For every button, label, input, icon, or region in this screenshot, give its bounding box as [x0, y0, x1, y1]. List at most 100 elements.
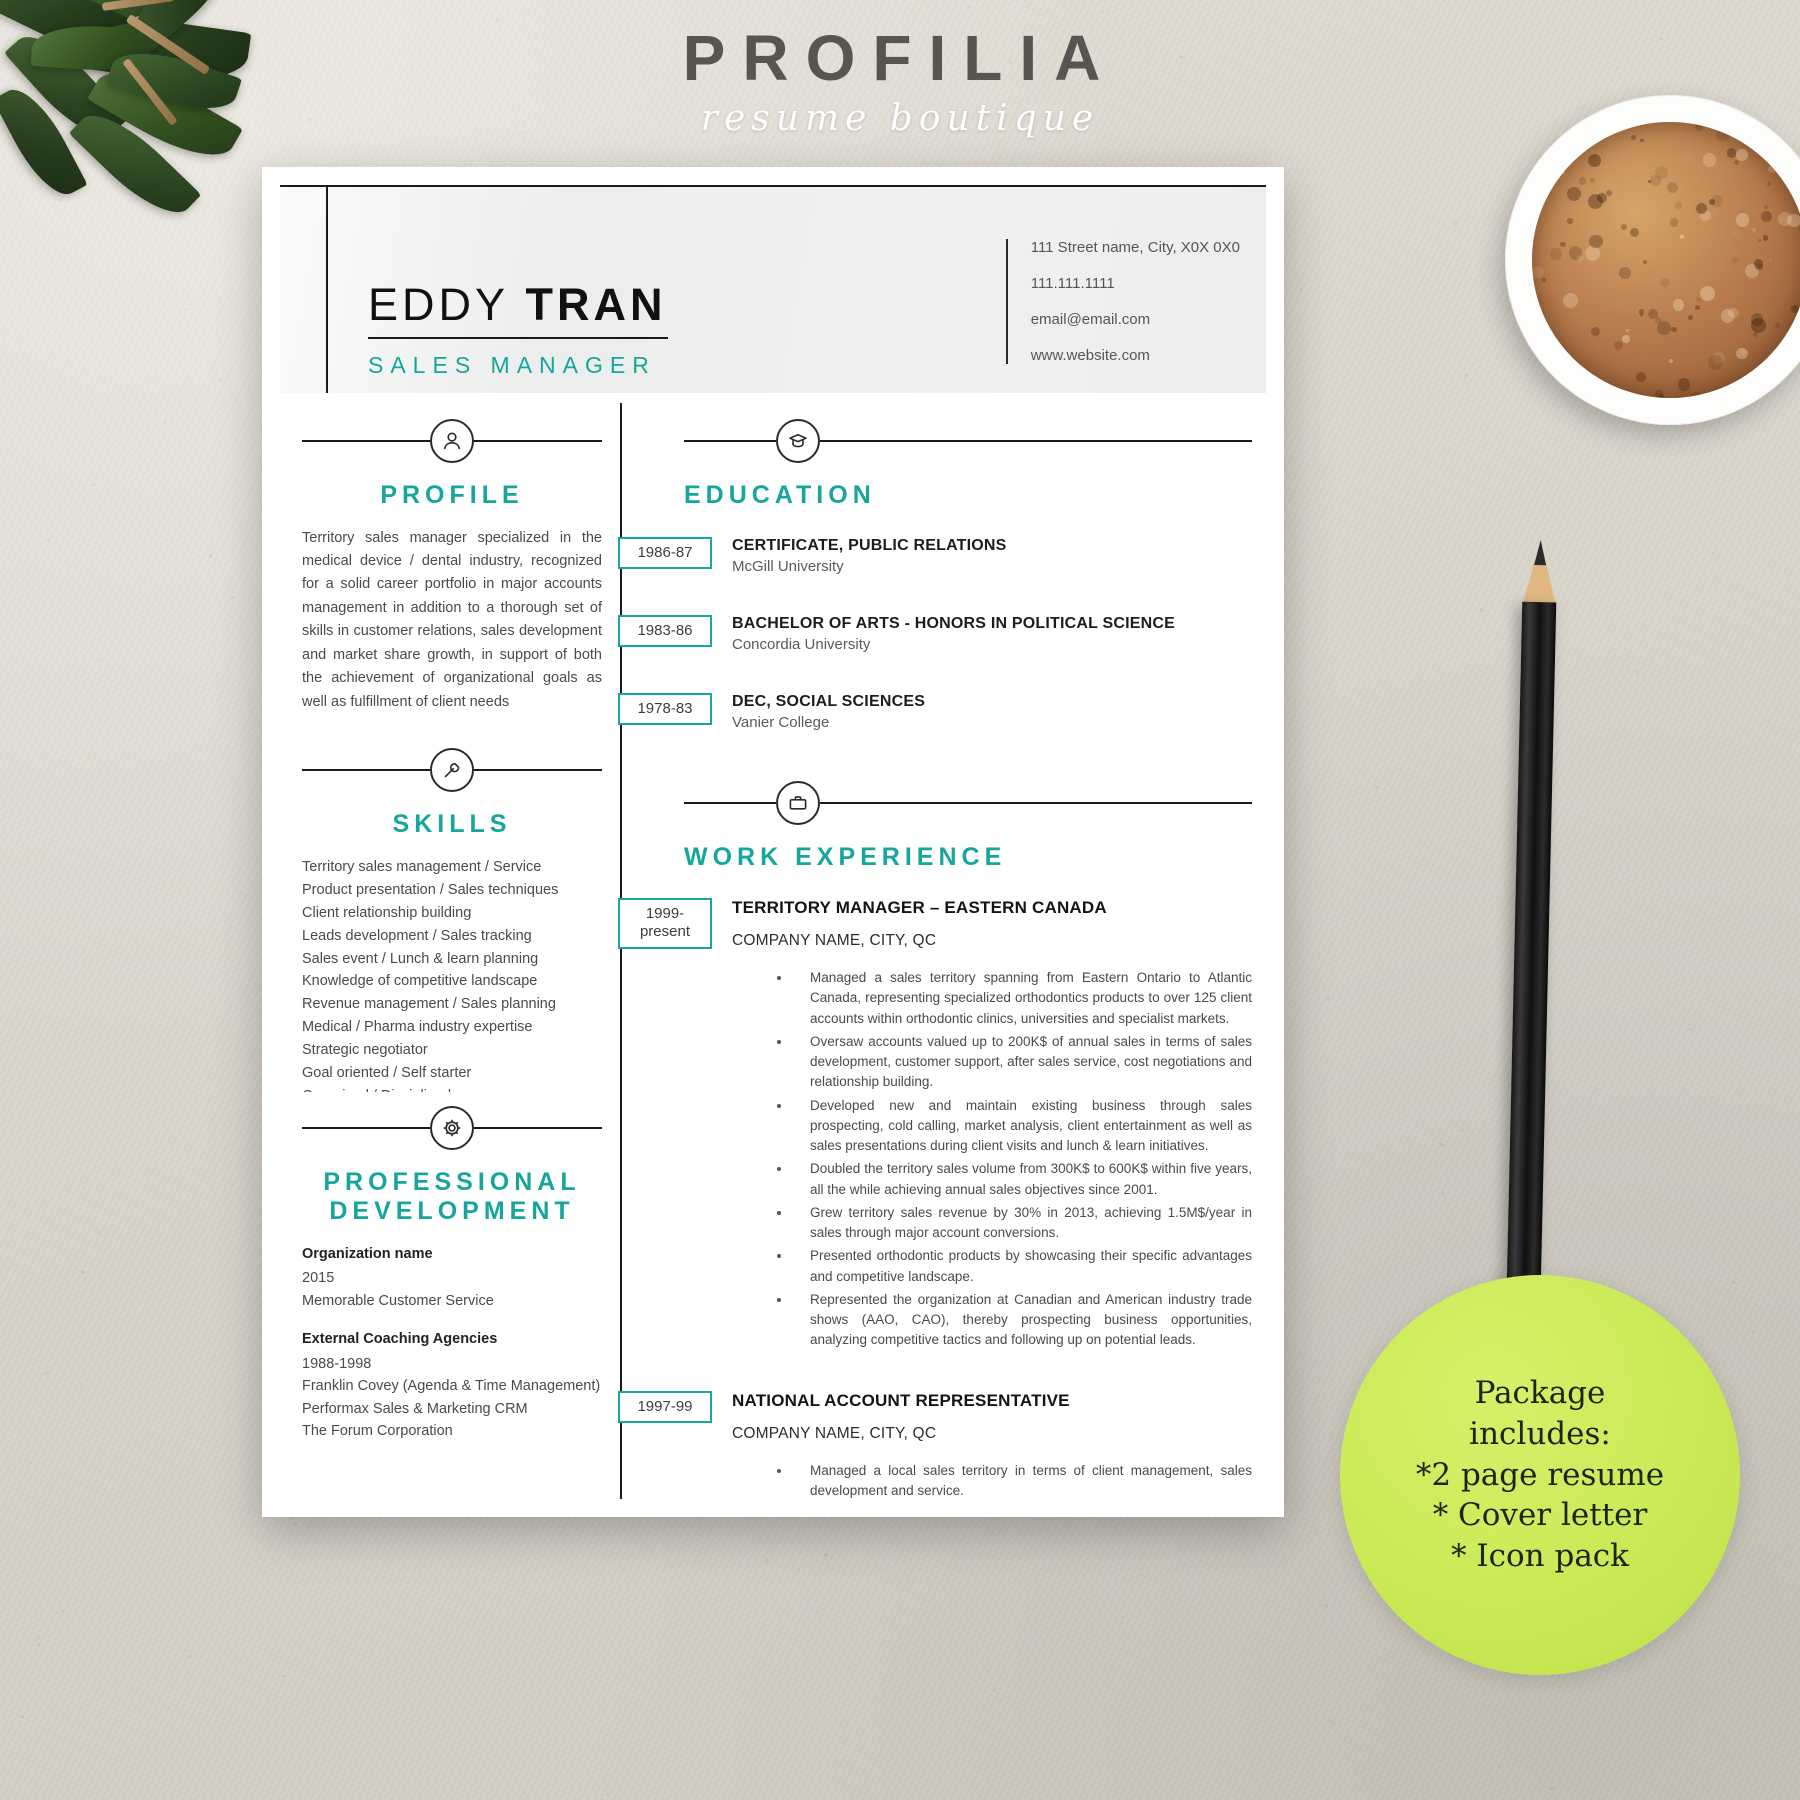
texture-speck	[876, 1722, 879, 1726]
job-bullet: Oversaw accounts valued up to 200K$ of a…	[792, 1032, 1252, 1093]
texture-speck	[1388, 535, 1392, 539]
texture-speck	[1299, 1197, 1302, 1200]
texture-speck	[797, 1569, 800, 1573]
coffee-bubble	[1671, 326, 1677, 333]
coffee-bubble	[1792, 391, 1800, 398]
brand-name: PROFILIA	[682, 22, 1118, 94]
texture-speck	[237, 715, 238, 716]
texture-speck	[1657, 520, 1659, 522]
education-school: McGill University	[732, 557, 844, 575]
coffee-bubble	[1787, 213, 1800, 228]
coffee-bubble	[1734, 159, 1740, 165]
coffee-bubble	[1762, 235, 1769, 241]
job-entry: 1997-99 NATIONAL ACCOUNT REPRESENTATIVE CO…	[618, 1390, 1252, 1500]
texture-speck	[1383, 649, 1386, 652]
job-bullet: Represented the organization at Canadian…	[792, 1290, 1252, 1351]
brand-tagline: resume boutique	[700, 98, 1100, 139]
work-title: WORK EXPERIENCE	[684, 842, 1007, 871]
coffee-bubble	[1567, 187, 1582, 202]
job-title: TERRITORY MANAGER – EASTERN CANADA	[732, 898, 1107, 917]
texture-speck	[95, 856, 97, 859]
coffee-bubble	[1674, 202, 1682, 210]
prof-dev-rule	[302, 1105, 602, 1150]
texture-speck	[764, 1559, 769, 1563]
coffee-bubble	[1546, 338, 1558, 350]
education-item: 1983-86 BACHELOR OF ARTS - HONORS IN POLI…	[618, 614, 1252, 667]
skill-item: Leads development / Sales tracking	[302, 927, 532, 944]
job-bullets: Managed a sales territory spanning from …	[732, 968, 1252, 1351]
education-school: Vanier College	[732, 713, 830, 731]
coffee-surface	[1532, 122, 1800, 398]
coffee-bubble	[1541, 277, 1546, 282]
coffee-bubble	[1654, 389, 1664, 398]
texture-speck	[865, 1789, 867, 1791]
texture-speck	[226, 1049, 230, 1053]
prof-dev-block: External Coaching Agencies 1988-1998 Frank…	[302, 1328, 602, 1442]
skill-item: Organized / Disciplined	[302, 1085, 602, 1092]
contact-email: email@email.com	[1030, 311, 1151, 328]
coffee-bubble	[1667, 181, 1679, 193]
skill-item: Territory sales management / Service	[302, 858, 542, 875]
coffee-bubble	[1688, 315, 1694, 320]
profile-text: Territory sales manager specialized in t…	[302, 529, 602, 710]
coffee-bubble	[1532, 266, 1544, 279]
texture-speck	[79, 1382, 84, 1387]
texture-speck	[96, 1231, 100, 1234]
texture-speck	[1238, 1607, 1239, 1608]
coffee-bubble	[1767, 181, 1772, 187]
texture-speck	[1702, 867, 1706, 871]
texture-speck	[1202, 1765, 1204, 1766]
texture-speck	[1121, 1616, 1124, 1619]
coffee-bubble	[1578, 177, 1587, 185]
coffee-bubble	[1736, 149, 1749, 161]
education-degree: BACHELOR OF ARTS - HONORS IN POLITICAL S…	[732, 614, 1175, 632]
texture-speck	[1101, 10, 1105, 14]
texture-speck	[282, 1674, 285, 1678]
prof-dev-line: Memorable Customer Service	[302, 1292, 494, 1309]
contact-address: 111 Street name, City, X0X 0X0	[1030, 239, 1240, 256]
sticker-line-4: * Cover letter	[1432, 1497, 1648, 1534]
education-item: 1978-83 DEC, SOCIAL SCIENCES Vanier Colleg…	[618, 692, 1252, 745]
texture-speck	[46, 537, 50, 541]
education-title: EDUCATION	[684, 481, 876, 509]
texture-speck	[1441, 1191, 1446, 1195]
coffee-bubble	[1695, 304, 1701, 311]
prof-dev-line: 2015	[302, 1270, 335, 1287]
coffee-bubble	[1588, 153, 1602, 167]
coffee-bubble	[1793, 150, 1800, 164]
coffee-bubble	[1759, 385, 1765, 391]
texture-speck	[1731, 1280, 1735, 1284]
texture-speck	[1042, 1692, 1045, 1695]
date-badge: 1997-99	[618, 1390, 712, 1423]
name-block: EDDY TRAN SALES MANAGER	[368, 282, 668, 379]
brand-header: PROFILIA resume boutique	[0, 26, 1800, 139]
date-badge: 1999-present	[618, 898, 712, 949]
texture-speck	[1326, 996, 1330, 1001]
texture-speck	[37, 1636, 41, 1640]
coffee-bubble	[1755, 264, 1763, 272]
texture-speck	[612, 1539, 615, 1542]
job-bullet: Doubled the territory sales volume from …	[792, 1159, 1252, 1200]
name-underline	[368, 337, 668, 339]
job-bullet: Managed a sales territory spanning from …	[792, 968, 1252, 1029]
coffee-bubble	[1590, 178, 1595, 183]
skills-section: SKILLS Territory sales management / Serv…	[302, 748, 602, 1092]
texture-speck	[1663, 926, 1667, 930]
texture-speck	[219, 378, 223, 381]
coffee-bubble	[1640, 138, 1644, 142]
resume-page: EDDY TRAN SALES MANAGER 111 Street name,…	[262, 167, 1284, 1517]
coffee-bubble	[1660, 277, 1670, 288]
texture-speck	[45, 1371, 50, 1376]
texture-speck	[1007, 3, 1009, 5]
texture-speck	[142, 616, 145, 619]
profile-title: PROFILE	[380, 481, 524, 509]
education-section: EDUCATION 1986-87 CERTIFICATE, PUBLIC REL…	[618, 419, 1252, 745]
prof-dev-line: 1988-1998	[302, 1355, 372, 1372]
texture-speck	[1512, 493, 1514, 495]
texture-speck	[824, 1553, 828, 1557]
texture-speck	[1772, 806, 1776, 809]
education-rule	[684, 419, 1252, 463]
professional-development-section: PROFESSIONAL DEVELOPMENT Organization na…	[302, 1105, 602, 1443]
coffee-bubble	[1730, 257, 1738, 265]
texture-speck	[1742, 1595, 1745, 1599]
